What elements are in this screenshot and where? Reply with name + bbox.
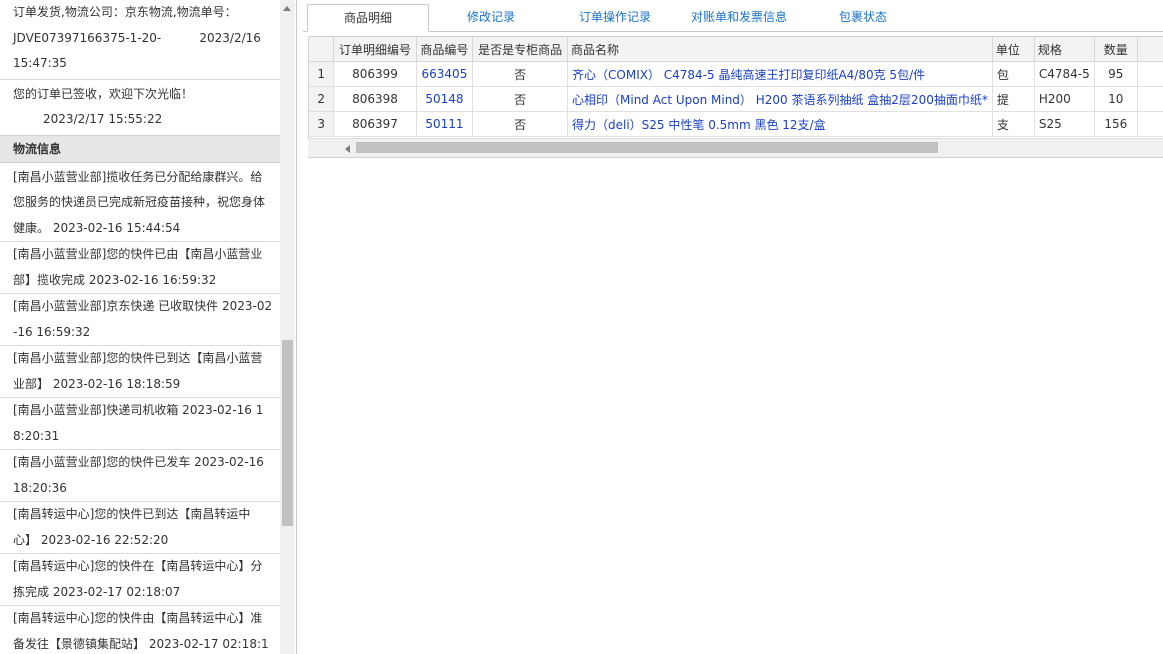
column-header-spec[interactable]: 规格 xyxy=(1034,37,1095,62)
scroll-up-arrow-icon[interactable] xyxy=(283,6,291,11)
table-header-row: 订单明细编号 商品编号 是否是专柜商品 商品名称 单位 规格 数量 xyxy=(309,37,1163,62)
spec-cell: H200 xyxy=(1034,86,1095,112)
tab-order-operation-records[interactable]: 订单操作记录 xyxy=(555,4,675,30)
detail-id-cell: 806398 xyxy=(333,86,417,112)
is-counter-cell: 否 xyxy=(472,61,569,87)
order-signed-log: 您的订单已签收，欢迎下次光临！ 2023/2/17 15:55:22 xyxy=(0,82,280,133)
column-header-is-counter[interactable]: 是否是专柜商品 xyxy=(472,37,569,62)
tab-bar: 商品明细 修改记录 订单操作记录 对账单和发票信息 包裹状态 xyxy=(303,4,1163,32)
log-line: 15:47:35 xyxy=(13,56,67,70)
extra-cell xyxy=(1137,86,1163,112)
scroll-left-arrow-icon[interactable] xyxy=(345,145,350,153)
quantity-cell: 95 xyxy=(1094,61,1138,87)
unit-cell: 支 xyxy=(992,111,1035,137)
logistics-list: [南昌小蓝营业部]揽收任务已分配给康群兴。给您服务的快递员已完成新冠疫苗接种，祝… xyxy=(0,163,280,654)
row-number: 2 xyxy=(309,86,335,112)
logistics-item: [南昌小蓝营业部]您的快件已到达【南昌小蓝营业部】 2023-02-16 18:… xyxy=(0,346,280,398)
scrollbar-thumb[interactable] xyxy=(356,142,938,153)
table-row[interactable]: 3 806397 50111 否 得力（deli）S25 中性笔 0.5mm 黑… xyxy=(309,111,1163,137)
logistics-item: [南昌小蓝营业部]您的快件已由【南昌小蓝营业部】揽收完成 2023-02-16 … xyxy=(0,242,280,294)
product-table-grid: 订单明细编号 商品编号 是否是专柜商品 商品名称 单位 规格 数量 1 8063… xyxy=(309,37,1163,137)
logistics-item: [南昌小蓝营业部]京东快递 已收取快件 2023-02-16 16:59:32 xyxy=(0,294,280,346)
spec-cell: C4784-5 xyxy=(1034,61,1095,87)
product-name-link[interactable]: 得力（deli）S25 中性笔 0.5mm 黑色 12支/盒 xyxy=(567,111,993,137)
quantity-cell: 156 xyxy=(1094,111,1138,137)
tab-statement-invoice-info[interactable]: 对账单和发票信息 xyxy=(679,4,799,30)
is-counter-cell: 否 xyxy=(472,86,569,112)
unit-cell: 提 xyxy=(992,86,1035,112)
log-line: 2023/2/17 15:55:22 xyxy=(43,112,163,126)
product-id-link[interactable]: 663405 xyxy=(416,61,474,87)
left-vertical-scrollbar[interactable] xyxy=(280,0,295,654)
column-header-product-name[interactable]: 商品名称 xyxy=(567,37,993,62)
scrollbar-thumb[interactable] xyxy=(282,340,293,526)
quantity-cell: 10 xyxy=(1094,86,1138,112)
column-header-extra xyxy=(1137,37,1163,62)
log-line: 订单发货,物流公司：京东物流,物流单号： xyxy=(13,5,237,19)
product-id-link[interactable]: 50111 xyxy=(416,111,474,137)
unit-cell: 包 xyxy=(992,61,1035,87)
logistics-item: [南昌小蓝营业部]您的快件已发车 2023-02-16 18:20:36 xyxy=(0,450,280,502)
log-line: 您的订单已签收，欢迎下次光临！ xyxy=(13,86,194,101)
product-name-link[interactable]: 齐心（COMIX） C4784-5 晶纯高速王打印复印纸A4/80克 5包/件 xyxy=(567,61,993,87)
log-line: JDVE07397166375-1-20- 2023/2/16 xyxy=(13,30,261,45)
extra-cell xyxy=(1137,111,1163,137)
logistics-item: [南昌转运中心]您的快件已到达【南昌转运中心】 2023-02-16 22:52… xyxy=(0,502,280,554)
product-name-link[interactable]: 心相印（Mind Act Upon Mind） H200 茶语系列抽纸 盒抽2层… xyxy=(567,86,993,112)
product-id-link[interactable]: 50148 xyxy=(416,86,474,112)
table-row[interactable]: 1 806399 663405 否 齐心（COMIX） C4784-5 晶纯高速… xyxy=(309,61,1163,87)
detail-id-cell: 806397 xyxy=(333,111,417,137)
divider xyxy=(0,78,280,80)
extra-cell xyxy=(1137,61,1163,87)
detail-id-cell: 806399 xyxy=(333,61,417,87)
column-header-quantity[interactable]: 数量 xyxy=(1094,37,1138,62)
column-header-detail-id[interactable]: 订单明细编号 xyxy=(333,37,417,62)
logistics-item: [南昌转运中心]您的快件在【南昌转运中心】分拣完成 2023-02-17 02:… xyxy=(0,554,280,606)
order-shipped-log: 订单发货,物流公司：京东物流,物流单号： JDVE07397166375-1-2… xyxy=(0,0,280,77)
tab-product-details[interactable]: 商品明细 xyxy=(307,4,429,32)
row-number: 1 xyxy=(309,61,335,87)
tab-modification-records[interactable]: 修改记录 xyxy=(431,4,551,30)
logistics-item: [南昌转运中心]您的快件由【南昌转运中心】准备发往【景德镇集配站】 2023-0… xyxy=(0,606,280,654)
table-row[interactable]: 2 806398 50148 否 心相印（Mind Act Upon Mind）… xyxy=(309,86,1163,112)
is-counter-cell: 否 xyxy=(472,111,569,137)
column-header-rownum xyxy=(309,37,335,62)
right-panel: 商品明细 修改记录 订单操作记录 对账单和发票信息 包裹状态 订单明细编号 商品… xyxy=(303,0,1163,654)
left-content: 订单发货,物流公司：京东物流,物流单号： JDVE07397166375-1-2… xyxy=(0,0,280,654)
logistics-item: [南昌小蓝营业部]揽收任务已分配给康群兴。给您服务的快递员已完成新冠疫苗接种，祝… xyxy=(0,165,280,242)
column-header-unit[interactable]: 单位 xyxy=(992,37,1035,62)
spec-cell: S25 xyxy=(1034,111,1095,137)
tab-package-status[interactable]: 包裹状态 xyxy=(803,4,923,30)
table-horizontal-scrollbar[interactable] xyxy=(308,138,1163,157)
row-number: 3 xyxy=(309,111,335,137)
column-header-product-id[interactable]: 商品编号 xyxy=(416,37,474,62)
logistics-section-header: 物流信息 xyxy=(0,134,280,163)
left-panel: 订单发货,物流公司：京东物流,物流单号： JDVE07397166375-1-2… xyxy=(0,0,297,654)
logistics-item: [南昌小蓝营业部]快递司机收箱 2023-02-16 18:20:31 xyxy=(0,398,280,450)
